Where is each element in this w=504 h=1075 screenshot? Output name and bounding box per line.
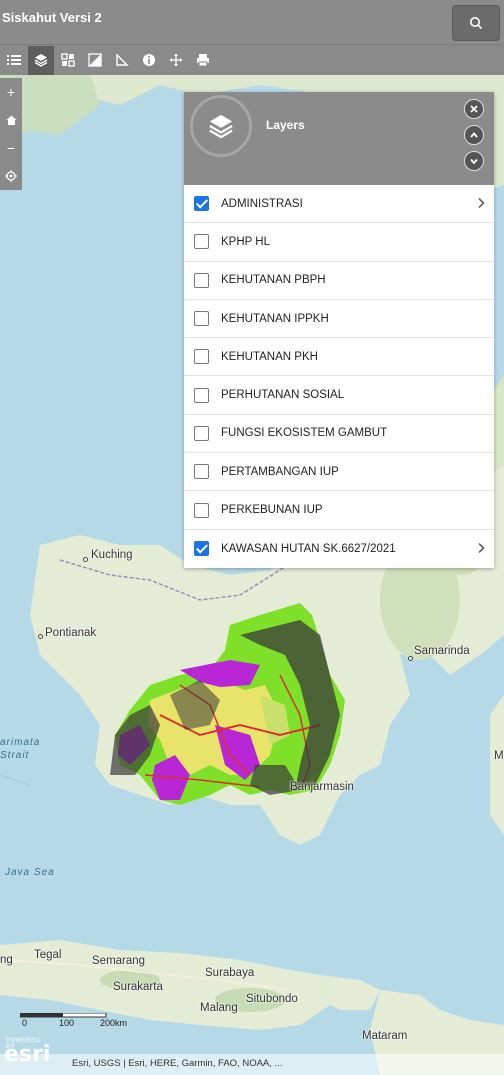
esri-logo-text: esri xyxy=(4,1042,51,1067)
layer-checkbox[interactable] xyxy=(194,425,209,441)
label-karimata: arimata xyxy=(0,737,41,748)
layer-label: PERHUTANAN SOSIAL xyxy=(221,389,345,402)
zoom-controls: + − xyxy=(0,78,22,190)
search-button[interactable] xyxy=(452,5,500,41)
tool-overview[interactable] xyxy=(82,46,108,75)
chevron-right-icon[interactable] xyxy=(476,542,486,554)
layer-label: FUNGSI EKOSISTEM GAMBUT xyxy=(221,427,388,440)
panel-down-button[interactable] xyxy=(464,151,484,171)
locate-icon xyxy=(5,170,17,182)
chevron-right-icon[interactable] xyxy=(476,197,486,209)
label-tegal: Tegal xyxy=(34,949,62,961)
label-ng: ng xyxy=(0,954,13,966)
tool-measure[interactable] xyxy=(109,46,135,75)
layer-row-pertambangan-iup[interactable]: PERTAMBANGAN IUP xyxy=(184,453,494,492)
measure-icon xyxy=(116,53,129,66)
layer-label: KAWASAN HUTAN SK.6627/2021 xyxy=(221,542,396,555)
layer-checkbox[interactable] xyxy=(194,349,209,365)
panel-up-button[interactable] xyxy=(464,125,484,145)
zoom-out-button[interactable]: − xyxy=(0,134,22,162)
layer-label: KEHUTANAN PKH xyxy=(221,350,318,363)
label-strait: Strait xyxy=(0,750,30,761)
label-surakarta: Surakarta xyxy=(113,981,163,993)
locate-button[interactable] xyxy=(0,162,22,190)
toolbar xyxy=(0,44,504,75)
label-samarinda: Samarinda xyxy=(414,645,470,657)
layer-row-kphp-hl[interactable]: KPHP HL xyxy=(184,223,494,262)
layers-panel: Layers ADMINISTRASI KPHP HL KEHUTANAN PB… xyxy=(184,92,494,568)
layer-checkbox[interactable] xyxy=(194,541,209,557)
move-icon xyxy=(169,53,183,67)
info-icon xyxy=(143,54,155,66)
layer-label: PERKEBUNAN IUP xyxy=(221,504,323,517)
tool-info[interactable] xyxy=(136,46,162,75)
tool-layers[interactable] xyxy=(28,45,54,75)
layer-row-kehutanan-pbph[interactable]: KEHUTANAN PBPH xyxy=(184,262,494,300)
layers-panel-title: Layers xyxy=(266,118,305,132)
layers-icon xyxy=(209,114,233,139)
layer-checkbox[interactable] xyxy=(194,311,209,327)
city-marker-pontianak xyxy=(38,634,43,639)
overview-icon xyxy=(88,53,102,67)
scale-label-100: 100 xyxy=(59,1018,75,1028)
close-icon xyxy=(470,105,478,113)
scale-label-200: 200km xyxy=(100,1018,128,1028)
layer-row-kehutanan-pkh[interactable]: KEHUTANAN PKH xyxy=(184,338,494,377)
label-semarang: Semarang xyxy=(92,955,146,967)
layers-icon xyxy=(34,54,48,67)
layer-checkbox[interactable] xyxy=(194,502,209,518)
layer-row-kawasan-hutan[interactable]: KAWASAN HUTAN SK.6627/2021 xyxy=(184,530,494,568)
list-icon xyxy=(7,55,21,65)
layer-checkbox[interactable] xyxy=(194,234,209,250)
layer-row-fungsi-ekosistem-gambut[interactable]: FUNGSI EKOSISTEM GAMBUT xyxy=(184,415,494,454)
label-situbondo: Situbondo xyxy=(246,993,298,1005)
city-marker-kuching xyxy=(83,557,88,562)
attribution-text: Esri, USGS | Esri, HERE, Garmin, FAO, NO… xyxy=(72,1058,283,1069)
layer-label: PERTAMBANGAN IUP xyxy=(221,465,339,478)
tool-print[interactable] xyxy=(190,46,216,75)
layers-panel-header: Layers xyxy=(184,92,494,185)
label-java-sea: Java Sea xyxy=(5,867,55,878)
tool-move[interactable] xyxy=(163,46,189,75)
label-mataram: Mataram xyxy=(362,1030,408,1042)
basemap-icon xyxy=(61,53,75,67)
layer-checkbox[interactable] xyxy=(194,196,209,212)
layer-label: KPHP HL xyxy=(221,235,271,248)
layer-label: KEHUTANAN IPPKH xyxy=(221,312,329,325)
layer-row-administrasi[interactable]: ADMINISTRASI xyxy=(184,185,494,224)
tool-basemap[interactable] xyxy=(55,46,81,75)
zoom-in-button[interactable]: + xyxy=(0,78,22,106)
layer-row-perhutanan-sosial[interactable]: PERHUTANAN SOSIAL xyxy=(184,376,494,415)
home-icon xyxy=(6,115,16,125)
home-button[interactable] xyxy=(0,106,22,134)
layer-checkbox[interactable] xyxy=(194,387,209,403)
app-title: Siskahut Versi 2 xyxy=(2,10,102,25)
layer-label: KEHUTANAN PBPH xyxy=(221,274,326,287)
layer-row-kehutanan-ippkh[interactable]: KEHUTANAN IPPKH xyxy=(184,300,494,339)
scale-label-0: 0 xyxy=(22,1018,28,1028)
layer-checkbox[interactable] xyxy=(194,272,209,288)
city-marker-samarinda xyxy=(408,656,413,661)
chevron-up-icon xyxy=(470,132,478,138)
chevron-down-icon xyxy=(470,158,478,165)
label-banjarmasin: Banjarmasin xyxy=(290,781,354,793)
close-panel-button[interactable] xyxy=(464,99,484,119)
app-header: Siskahut Versi 2 xyxy=(0,0,504,44)
label-kuching: Kuching xyxy=(91,549,133,561)
layer-row-perkebunan-iup[interactable]: PERKEBUNAN IUP xyxy=(184,491,494,530)
layers-panel-icon xyxy=(190,95,252,157)
tool-list[interactable] xyxy=(1,46,27,75)
layer-checkbox[interactable] xyxy=(194,464,209,480)
label-malang: Malang xyxy=(200,1002,238,1014)
label-surabaya: Surabaya xyxy=(205,967,255,979)
label-m-edge: M xyxy=(494,750,504,762)
attribution-bar: Esri, USGS | Esri, HERE, Garmin, FAO, NO… xyxy=(0,1054,504,1075)
label-pontianak: Pontianak xyxy=(45,627,97,639)
search-icon xyxy=(470,17,483,30)
layer-label: ADMINISTRASI xyxy=(221,197,303,210)
print-icon xyxy=(197,54,209,67)
